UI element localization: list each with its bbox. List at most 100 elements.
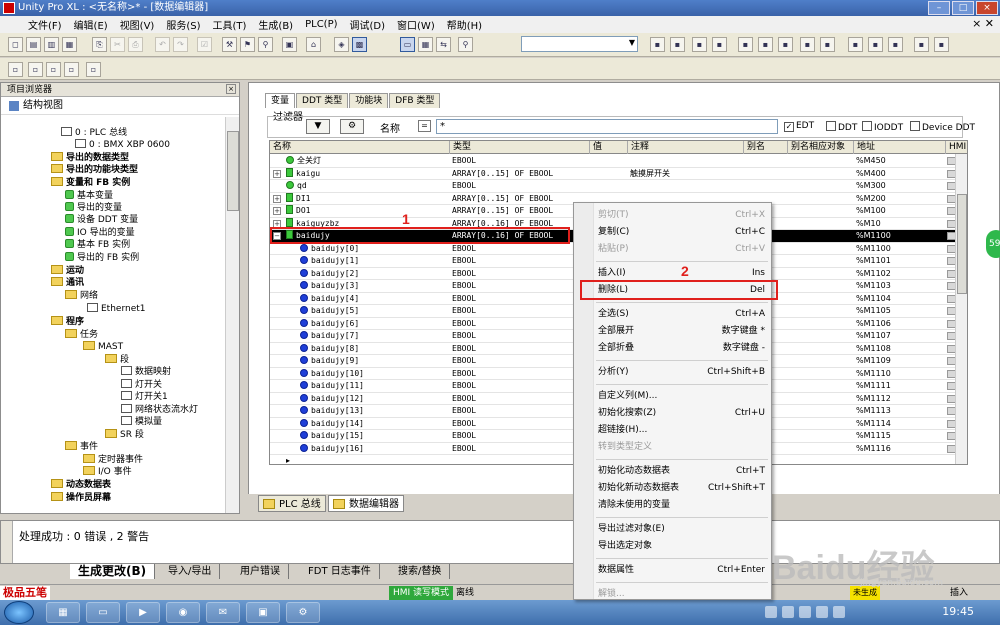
cell-name[interactable]: baidujy[15] (298, 430, 450, 442)
tree-node[interactable]: 网络状态流水灯 (121, 404, 198, 416)
context-menu-item[interactable]: 自定义列(M)... (574, 388, 771, 405)
cell-type[interactable]: EBOOL (450, 155, 590, 167)
expand-toggle-icon[interactable]: + (273, 169, 281, 178)
cell-type[interactable]: EBOOL (450, 318, 590, 330)
cell-type[interactable]: EBOOL (450, 180, 590, 192)
tree-node[interactable]: 基本变量 (65, 190, 113, 202)
checkbox-box[interactable] (826, 121, 836, 131)
toolbar-button-icon[interactable]: ▪ (758, 37, 773, 52)
cell-address[interactable]: %M1101 (854, 255, 946, 267)
cell-type[interactable]: EBOOL (450, 443, 590, 455)
minimize-button[interactable]: – (928, 1, 950, 15)
cell-name[interactable]: qd (284, 180, 450, 192)
toolbar-button-icon[interactable]: ▫ (86, 62, 101, 77)
tray-icon[interactable] (799, 606, 811, 618)
cell-type[interactable]: ARRAY[0..15] OF EBOOL (450, 205, 590, 217)
toolbar-button-icon[interactable]: ☑ (197, 37, 212, 52)
toolbar-button-icon[interactable]: ⚲ (458, 37, 473, 52)
toolbar-button-icon[interactable]: ↷ (173, 37, 188, 52)
tree-node[interactable]: 导出的功能块类型 (51, 164, 138, 176)
context-menu-item[interactable]: 导出选定对象 (574, 538, 771, 555)
tree-node[interactable]: 导出的变量 (65, 202, 122, 214)
tree-node[interactable]: I/O 事件 (83, 466, 132, 478)
toolbar-button-icon[interactable]: ▤ (26, 37, 41, 52)
type-filter-checkbox[interactable]: DDT (826, 121, 857, 133)
cell-type[interactable]: EBOOL (450, 355, 590, 367)
context-menu-item[interactable]: 全部展开 数字键盘 * (574, 323, 771, 340)
menu-item[interactable]: 编辑(E) (68, 17, 114, 32)
side-badge[interactable]: 59 (986, 230, 1000, 258)
cell-name[interactable]: baidujy[13] (298, 405, 450, 417)
tree-scrollbar[interactable] (225, 117, 239, 513)
table-row[interactable]: + kaigu ARRAY[0..15] OF EBOOL 触摸屏开关 %M400 (270, 167, 967, 180)
output-tab[interactable]: FDT 日志事件 (300, 564, 380, 579)
cell-address[interactable]: %M1107 (854, 330, 946, 342)
cell-type[interactable]: EBOOL (450, 418, 590, 430)
filter-apply-icon[interactable]: ⚙ (340, 119, 364, 134)
taskbar-app-browser[interactable]: ◉ (166, 602, 200, 623)
cell-address[interactable]: %M100 (854, 205, 946, 217)
toolbar-button-icon[interactable]: ▦ (62, 37, 77, 52)
tree-node[interactable]: SR 段 (105, 429, 144, 441)
type-filter-checkbox[interactable]: ✓ EDT (784, 121, 814, 132)
clock[interactable]: 19:45 (942, 605, 974, 618)
cell-type[interactable]: EBOOL (450, 255, 590, 267)
tree-node[interactable]: 动态数据表 (51, 479, 111, 491)
column-header[interactable]: 注释 (628, 141, 744, 154)
tree-node[interactable]: 数据映射 (121, 366, 171, 378)
toolbar-button-icon[interactable]: ▪ (712, 37, 727, 52)
cell-address[interactable]: %M10 (854, 218, 946, 230)
cell-type[interactable]: ARRAY[0..15] OF EBOOL (450, 168, 590, 180)
editor-tab[interactable]: 功能块 (349, 93, 389, 108)
column-header[interactable]: HMI (946, 141, 967, 154)
toolbar-button-icon[interactable]: ▪ (800, 37, 815, 52)
cell-type[interactable]: EBOOL (450, 393, 590, 405)
toolbar-button-icon[interactable]: ▩ (352, 37, 367, 52)
taskbar-app-tool[interactable]: ⚙ (286, 602, 320, 623)
cell-name[interactable]: 全关灯 (284, 155, 450, 167)
tree-node[interactable]: 网络 (65, 290, 98, 302)
toolbar-button-icon[interactable]: ⇆ (436, 37, 451, 52)
toolbar-button-icon[interactable]: ▥ (44, 37, 59, 52)
cell-name[interactable]: baidujy[0] (298, 243, 450, 255)
cell-comment[interactable] (628, 180, 744, 192)
toolbar-button-icon[interactable]: ▪ (820, 37, 835, 52)
toolbar-button-icon[interactable]: ▪ (670, 37, 685, 52)
context-menu-item[interactable]: 初始化新动态数据表 Ctrl+Shift+T (574, 480, 771, 497)
checkbox-box[interactable] (862, 121, 872, 131)
mdi-close-icon[interactable]: × ✕ (972, 17, 994, 30)
cell-comment[interactable]: 触摸屏开关 (628, 168, 744, 180)
tree-node[interactable]: 事件 (65, 441, 98, 453)
cell-address[interactable]: %M1113 (854, 405, 946, 417)
cell-name[interactable]: baidujy[4] (298, 293, 450, 305)
cell-address[interactable]: %M1108 (854, 343, 946, 355)
taskbar-app-explorer[interactable]: ▦ (46, 602, 80, 623)
cell-name[interactable]: baidujy[1] (298, 255, 450, 267)
cell-type[interactable]: EBOOL (450, 305, 590, 317)
tree-node[interactable]: 段 (105, 354, 129, 366)
column-header[interactable]: 名称 (270, 141, 450, 154)
cell-address[interactable]: %M1104 (854, 293, 946, 305)
cell-name[interactable]: baidujy[5] (298, 305, 450, 317)
cell-comment[interactable] (628, 155, 744, 167)
toolbar-button-icon[interactable]: ✂ (110, 37, 125, 52)
cell-type[interactable]: EBOOL (450, 293, 590, 305)
cell-name[interactable]: baidujy[3] (298, 280, 450, 292)
cell-name[interactable]: baidujy[11] (298, 380, 450, 392)
context-menu-item[interactable]: 转到类型定义 (574, 439, 771, 456)
tree-node[interactable]: 导出的 FB 实例 (65, 252, 139, 264)
context-menu-item[interactable]: 初始化搜索(Z) Ctrl+U (574, 405, 771, 422)
cell-address[interactable]: %M1105 (854, 305, 946, 317)
context-menu-item[interactable]: 复制(C) Ctrl+C (574, 224, 771, 241)
type-filter-checkbox[interactable]: IODDT (862, 121, 903, 133)
expand-toggle-icon[interactable]: + (273, 207, 281, 215)
context-menu-item[interactable]: 清除未使用的变量 (574, 497, 771, 514)
context-menu-item[interactable]: 全部折叠 数字键盘 - (574, 340, 771, 357)
maximize-button[interactable]: □ (952, 1, 974, 15)
output-tab[interactable]: 生成更改(B) (70, 564, 156, 579)
taskbar-app-folder[interactable]: ▭ (86, 602, 120, 623)
cell-type[interactable]: EBOOL (450, 243, 590, 255)
cell-address[interactable]: %M450 (854, 155, 946, 167)
grid-scrollbar[interactable] (955, 154, 967, 464)
column-header[interactable]: 类型 (450, 141, 590, 154)
